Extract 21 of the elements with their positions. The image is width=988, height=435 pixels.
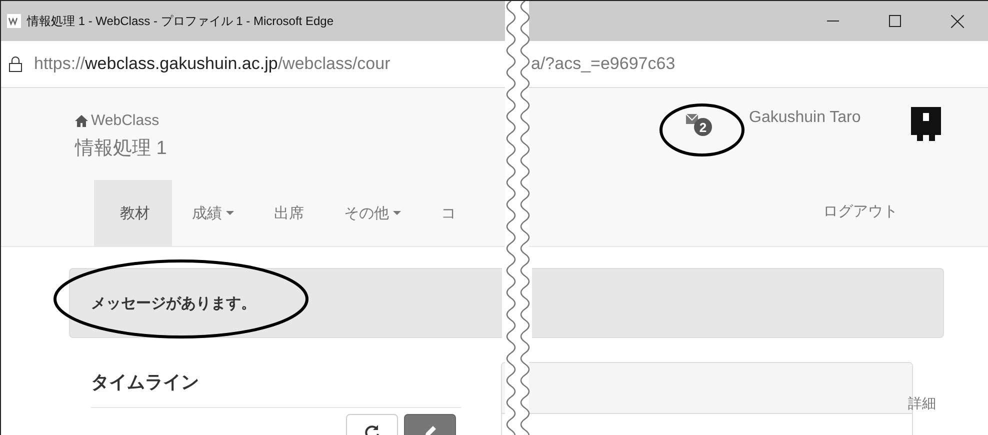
- nav-tab[interactable]: コ: [421, 180, 476, 246]
- alert-message: メッセージがあります。: [91, 294, 256, 312]
- url-text[interactable]: a/?acs_=e9697c63: [531, 54, 676, 74]
- lock-icon: [9, 56, 22, 72]
- logout-link[interactable]: ログアウト: [823, 202, 898, 221]
- close-icon: [950, 14, 964, 28]
- nav-tab[interactable]: その他: [324, 180, 421, 246]
- course-title: 情報処理 1: [75, 137, 167, 161]
- brand-link[interactable]: WebClass: [75, 112, 160, 129]
- user-name[interactable]: Gakushuin Taro: [749, 109, 861, 127]
- nav-tab[interactable]: 教材: [94, 180, 172, 246]
- window-title: 情報処理 1 - WebClass - プロファイル 1 - Microsoft Edge: [27, 12, 334, 30]
- url-text[interactable]: https://webclass.gakushuin.ac.jp/webclass/cour: [34, 54, 390, 74]
- maximize-icon: [889, 15, 901, 27]
- minimize-icon: [827, 20, 839, 22]
- home-icon: [75, 114, 88, 126]
- favicon-icon: [7, 14, 21, 28]
- nav-tab[interactable]: 出席: [254, 180, 324, 246]
- nav-tab[interactable]: 成績: [172, 180, 254, 246]
- timeline-title: タイムライン: [91, 371, 199, 394]
- details-link[interactable]: 詳細: [908, 395, 936, 413]
